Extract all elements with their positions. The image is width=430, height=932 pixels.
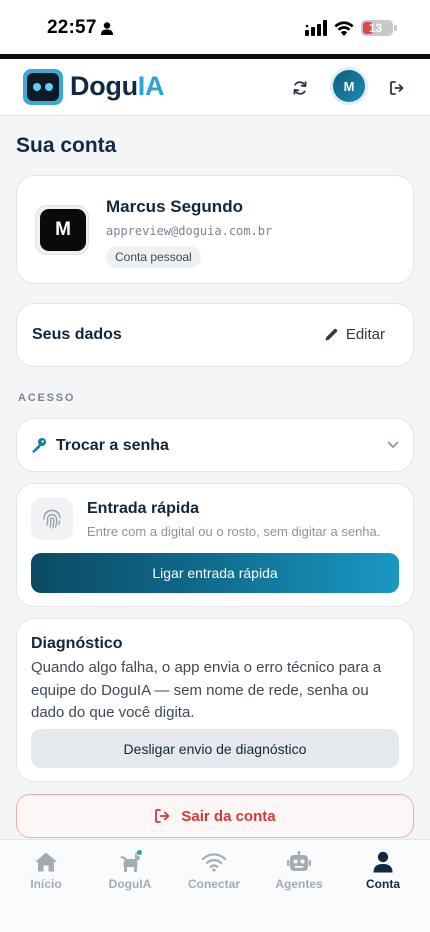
brand-main: Dogu	[70, 71, 138, 101]
nav-label-inicio: Início	[30, 877, 62, 891]
your-data-label: Seus dados	[32, 326, 122, 343]
enable-quick-entry-button[interactable]: Ligar entrada rápida	[31, 553, 399, 593]
profile-name: Marcus Segundo	[106, 197, 243, 216]
person-icon	[373, 851, 393, 873]
status-bar: 22:57 13	[0, 0, 430, 56]
quick-entry-title: Entrada rápida	[87, 500, 200, 517]
signal-icon	[305, 20, 327, 36]
logout-button[interactable]: Sair da conta	[16, 794, 414, 838]
profile-card: M Marcus Segundo appreview@doguia.com.br…	[16, 175, 414, 284]
chevron-down-icon	[387, 441, 399, 448]
pencil-icon	[325, 328, 338, 341]
brand-accent: IA	[137, 71, 165, 101]
disable-diagnostics-button[interactable]: Desligar envio de diagnóstico	[31, 729, 399, 768]
fingerprint-icon	[43, 509, 61, 529]
quick-entry-subtitle: Entre com a digital ou o rosto, sem digi…	[87, 524, 381, 539]
brand-logo: DoguIA	[70, 71, 164, 102]
nav-item-doguia[interactable]: DoguIA	[90, 850, 170, 891]
quick-entry-card: Entrada rápida Entre com a digital ou o …	[16, 483, 414, 607]
nav-label-doguia: DoguIA	[108, 877, 152, 891]
refresh-icon	[293, 81, 307, 95]
home-icon	[35, 852, 57, 872]
change-password-row[interactable]: Trocar a senha	[16, 418, 414, 472]
key-icon	[32, 438, 46, 453]
notification-dot	[137, 850, 142, 855]
nav-label-conectar: Conectar	[187, 877, 240, 891]
status-time: 22:57	[47, 17, 97, 38]
diagnostics-description: Quando algo falha, o app envia o erro té…	[31, 659, 382, 721]
fingerprint-icon-box	[31, 498, 73, 540]
nav-item-conta[interactable]: Conta	[343, 850, 423, 891]
battery-tip	[394, 25, 397, 31]
logo-icon	[23, 69, 63, 105]
account-type-badge: Conta pessoal	[106, 246, 201, 268]
logout-icon	[390, 81, 404, 95]
wifi-icon	[201, 853, 227, 872]
app-header: DoguIA M	[0, 59, 430, 116]
nav-item-conectar[interactable]: Conectar	[174, 850, 254, 891]
diagnostics-title: Diagnóstico	[31, 635, 123, 652]
avatar-initial: M	[40, 209, 86, 251]
nav-item-agentes[interactable]: Agentes	[259, 850, 339, 891]
logout-header-button[interactable]	[380, 71, 414, 105]
logout-label: Sair da conta	[181, 807, 276, 825]
diagnostics-card: Diagnóstico Quando algo falha, o app env…	[16, 618, 414, 782]
robot-icon	[287, 851, 311, 871]
your-data-card[interactable]: Seus dados Editar	[16, 303, 414, 367]
nav-label-agentes: Agentes	[275, 877, 323, 891]
user-avatar-button[interactable]: M	[333, 70, 365, 102]
battery-level: 13	[368, 21, 383, 35]
avatar: M	[35, 205, 89, 255]
nav-label-conta: Conta	[366, 877, 400, 891]
profile-email: appreview@doguia.com.br	[106, 224, 273, 238]
edit-button[interactable]: Editar	[324, 326, 385, 343]
refresh-button[interactable]	[283, 71, 317, 105]
person-status-icon	[101, 22, 113, 35]
page-title: Sua conta	[16, 134, 117, 157]
change-password-label: Trocar a senha	[56, 437, 169, 454]
access-section-label: ACESSO	[18, 392, 76, 404]
nav-item-inicio[interactable]: Início	[6, 850, 86, 891]
bottom-nav: Início DoguIA Conectar Agentes Conta	[0, 839, 430, 932]
battery-icon: 13	[361, 20, 393, 36]
wifi-status-icon	[334, 21, 354, 36]
edit-label: Editar	[345, 326, 385, 343]
sign-out-icon	[155, 809, 170, 823]
